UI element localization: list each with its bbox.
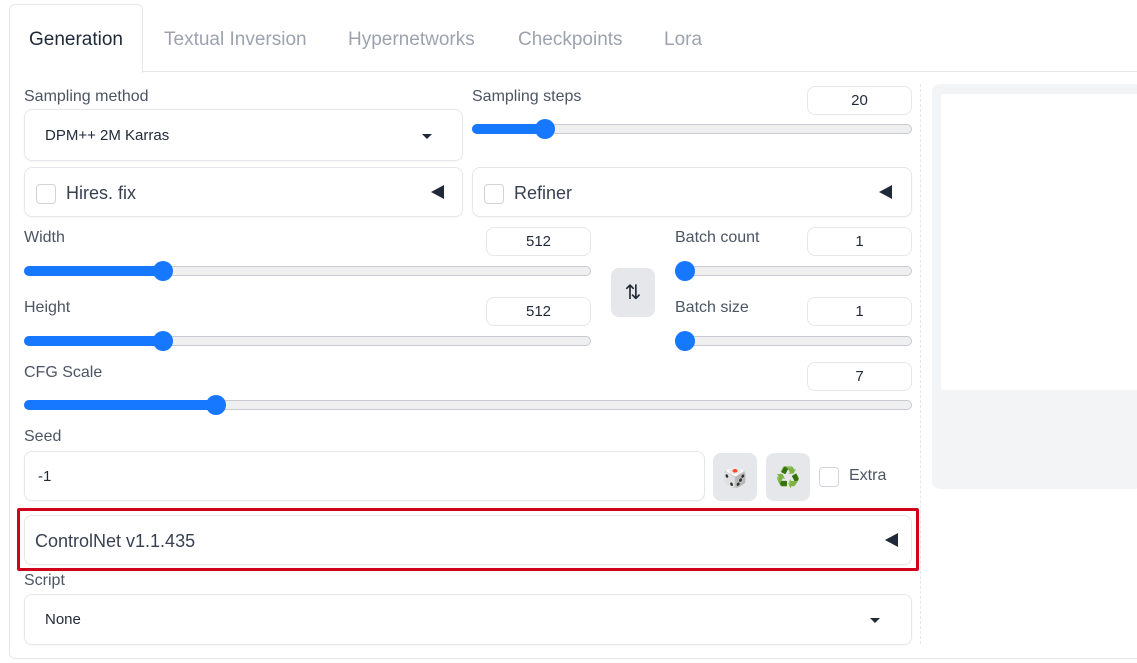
- seed-label: Seed: [24, 428, 62, 445]
- script-label: Script: [24, 572, 65, 589]
- height-input[interactable]: 512: [486, 297, 591, 326]
- extra-seed-checkbox[interactable]: [819, 467, 839, 487]
- refiner-checkbox[interactable]: [484, 184, 504, 204]
- chevron-down-icon: [422, 134, 432, 139]
- slider-thumb[interactable]: [535, 119, 555, 139]
- cfg-scale-input[interactable]: 7: [807, 362, 912, 391]
- tab-generation[interactable]: Generation: [9, 4, 143, 73]
- slider-thumb[interactable]: [152, 261, 173, 281]
- sampling-steps-input[interactable]: 20: [807, 86, 912, 115]
- sampling-method-select[interactable]: DPM++ 2M Karras: [24, 109, 463, 161]
- collapse-arrow-icon[interactable]: [879, 185, 892, 199]
- extra-seed-label: Extra: [849, 467, 887, 484]
- sampling-steps-label: Sampling steps: [472, 88, 582, 105]
- slider-fill: [24, 336, 163, 346]
- slider-thumb[interactable]: [152, 331, 173, 351]
- seed-input[interactable]: -1: [24, 451, 705, 501]
- seed-value: -1: [38, 468, 52, 485]
- refiner-label: Refiner: [514, 183, 573, 203]
- hires-fix-label: Hires. fix: [66, 183, 137, 203]
- tab-bar: Generation Textual Inversion Hypernetwor…: [0, 0, 1137, 73]
- controlnet-highlight-box: [17, 508, 919, 571]
- recycle-icon: ♻️: [775, 466, 801, 489]
- slider-fill: [24, 400, 217, 410]
- sampling-method-value: DPM++ 2M Karras: [45, 127, 170, 144]
- height-slider[interactable]: [24, 331, 591, 351]
- output-image-area[interactable]: [941, 94, 1137, 390]
- slider-track: [675, 336, 912, 346]
- width-label: Width: [24, 229, 65, 246]
- batch-size-slider[interactable]: [675, 331, 912, 351]
- swap-dimensions-button[interactable]: ⇅: [611, 268, 655, 317]
- hires-fix-checkbox[interactable]: [36, 184, 56, 204]
- height-label: Height: [24, 299, 71, 316]
- cfg-scale-label: CFG Scale: [24, 364, 103, 381]
- slider-thumb[interactable]: [206, 395, 227, 415]
- cfg-scale-slider[interactable]: [24, 395, 912, 415]
- batch-count-label: Batch count: [675, 229, 760, 246]
- batch-size-label: Batch size: [675, 299, 749, 316]
- random-seed-button[interactable]: 🎲: [713, 453, 757, 501]
- batch-count-slider[interactable]: [675, 261, 912, 281]
- tab-hypernetworks[interactable]: Hypernetworks: [348, 0, 475, 72]
- sampling-steps-slider[interactable]: [472, 119, 912, 139]
- slider-thumb[interactable]: [675, 261, 695, 281]
- collapse-arrow-icon[interactable]: [431, 185, 444, 199]
- slider-fill: [24, 266, 163, 276]
- column-divider: [920, 84, 921, 644]
- batch-size-input[interactable]: 1: [807, 297, 912, 326]
- script-select[interactable]: None: [24, 594, 912, 645]
- hires-fix-accordion[interactable]: Hires. fix: [24, 167, 463, 217]
- tab-checkpoints[interactable]: Checkpoints: [518, 0, 623, 72]
- dice-icon: 🎲: [722, 466, 748, 489]
- reuse-seed-button[interactable]: ♻️: [766, 453, 810, 501]
- swap-vertical-arrows-icon: ⇅: [624, 282, 642, 304]
- batch-count-input[interactable]: 1: [807, 227, 912, 256]
- chevron-down-icon: [870, 618, 880, 623]
- width-input[interactable]: 512: [486, 227, 591, 256]
- tab-lora[interactable]: Lora: [664, 0, 702, 72]
- script-value: None: [45, 611, 81, 628]
- slider-track: [675, 266, 912, 276]
- refiner-accordion[interactable]: Refiner: [472, 167, 912, 217]
- slider-thumb[interactable]: [675, 331, 695, 351]
- sampling-method-label: Sampling method: [24, 88, 149, 105]
- width-slider[interactable]: [24, 261, 591, 281]
- tab-textual-inversion[interactable]: Textual Inversion: [164, 0, 307, 72]
